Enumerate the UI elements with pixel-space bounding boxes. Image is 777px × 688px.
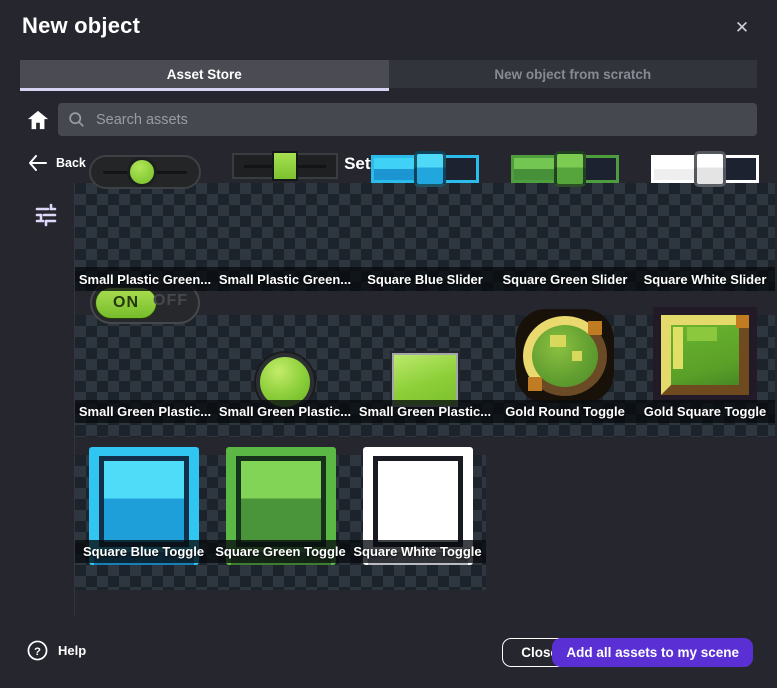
asset-tile-square-green-slider[interactable]: Square Green Slider <box>495 183 635 291</box>
asset-label: Small Plastic Green... <box>79 272 211 287</box>
asset-row: ON OFF Small Green Plastic... Small Gree… <box>75 315 775 437</box>
asset-tile-small-green-plastic-onoff[interactable]: ON OFF Small Green Plastic... <box>75 315 215 437</box>
asset-tile-square-white-toggle[interactable]: Square White Toggle <box>349 455 486 590</box>
back-arrow-icon <box>28 155 47 171</box>
asset-label: Gold Round Toggle <box>505 404 625 419</box>
asset-tile-gold-round-toggle[interactable]: Gold Round Toggle <box>495 315 635 437</box>
help-label: Help <box>58 643 86 658</box>
close-icon[interactable]: ✕ <box>731 17 753 39</box>
dialog-header: New object ✕ <box>0 0 777 56</box>
home-icon[interactable] <box>27 109 49 131</box>
round-slider-green-graphic <box>89 155 201 189</box>
asset-grid: Small Plastic Green... Small Plastic Gre… <box>75 183 775 590</box>
square-blue-slider-graphic <box>371 155 479 183</box>
new-object-dialog: New object ✕ Asset Store New object from… <box>0 0 777 688</box>
tab-asset-store-label: Asset Store <box>167 67 242 82</box>
help-button[interactable]: ? Help <box>27 640 86 661</box>
asset-tile-small-green-plastic-square-button[interactable]: Small Green Plastic... <box>355 315 495 437</box>
asset-label: Small Green Plastic... <box>79 404 211 419</box>
square-green-slider-graphic <box>511 155 619 183</box>
asset-row: Small Plastic Green... Small Plastic Gre… <box>75 183 775 291</box>
page-title: New object <box>22 13 140 39</box>
asset-tile-square-green-toggle[interactable]: Square Green Toggle <box>212 455 349 590</box>
asset-label: Gold Square Toggle <box>644 404 767 419</box>
filter-icon[interactable] <box>33 202 59 228</box>
tab-bar: Asset Store New object from scratch <box>20 60 757 88</box>
asset-tile-square-blue-slider[interactable]: Square Blue Slider <box>355 183 495 291</box>
asset-label: Square Green Slider <box>503 272 628 287</box>
asset-label: Square Blue Slider <box>367 272 483 287</box>
asset-tile-small-plastic-green-rect-slider[interactable]: Small Plastic Green... <box>215 183 355 291</box>
asset-tile-square-white-slider[interactable]: Square White Slider <box>635 183 775 291</box>
asset-label: Square Blue Toggle <box>83 544 204 559</box>
add-all-assets-button[interactable]: Add all assets to my scene <box>552 638 753 667</box>
asset-label: Small Green Plastic... <box>219 404 351 419</box>
asset-label: Square White Slider <box>644 272 767 287</box>
back-button[interactable]: Back <box>28 155 86 171</box>
square-green-button-graphic <box>392 353 458 407</box>
tab-asset-store[interactable]: Asset Store <box>20 60 389 88</box>
search-input[interactable] <box>94 111 747 129</box>
svg-text:?: ? <box>34 646 41 658</box>
tab-new-object-from-scratch-label: New object from scratch <box>494 67 651 82</box>
asset-label: Small Plastic Green... <box>219 272 351 287</box>
tab-new-object-from-scratch[interactable]: New object from scratch <box>389 60 758 88</box>
asset-tile-gold-square-toggle[interactable]: Gold Square Toggle <box>635 315 775 437</box>
search-bar[interactable] <box>58 103 757 136</box>
asset-tile-small-plastic-green-round-slider[interactable]: Small Plastic Green... <box>75 183 215 291</box>
asset-tile-square-blue-toggle[interactable]: Square Blue Toggle <box>75 455 212 590</box>
asset-label: Square Green Toggle <box>215 544 346 559</box>
asset-label: Small Green Plastic... <box>359 404 491 419</box>
square-white-slider-graphic <box>651 155 759 183</box>
asset-tile-small-green-plastic-round-button[interactable]: Small Green Plastic... <box>215 315 355 437</box>
gold-square-toggle-graphic <box>653 307 757 403</box>
rect-slider-green-graphic <box>232 153 338 179</box>
asset-row: Square Blue Toggle Square Green Toggle S… <box>75 455 486 590</box>
asset-label: Square White Toggle <box>353 544 481 559</box>
back-label: Back <box>56 156 86 170</box>
gold-round-toggle-graphic <box>516 309 614 403</box>
dialog-footer: ? Help Close Add all assets to my scene <box>0 626 777 688</box>
question-circle-icon: ? <box>27 640 48 661</box>
search-icon <box>68 111 85 128</box>
